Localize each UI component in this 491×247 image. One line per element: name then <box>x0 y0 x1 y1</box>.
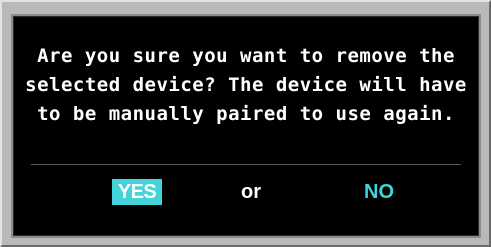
no-button[interactable]: NO <box>359 179 399 205</box>
confirmation-dialog: Are you sure you want to remove the sele… <box>11 14 481 238</box>
or-label: or <box>241 181 261 203</box>
dialog-choices: YES or NO <box>13 179 479 207</box>
message-line-2: selected device? The device will have <box>25 74 467 96</box>
message-line-3: to be manually paired to use again. <box>37 103 455 125</box>
message-line-1: Are you sure you want to remove the <box>37 45 455 67</box>
dialog-divider <box>31 164 461 165</box>
yes-button[interactable]: YES <box>112 179 162 205</box>
dialog-message: Are you sure you want to remove the sele… <box>13 42 479 129</box>
dialog-outer-frame: Are you sure you want to remove the sele… <box>0 0 491 247</box>
